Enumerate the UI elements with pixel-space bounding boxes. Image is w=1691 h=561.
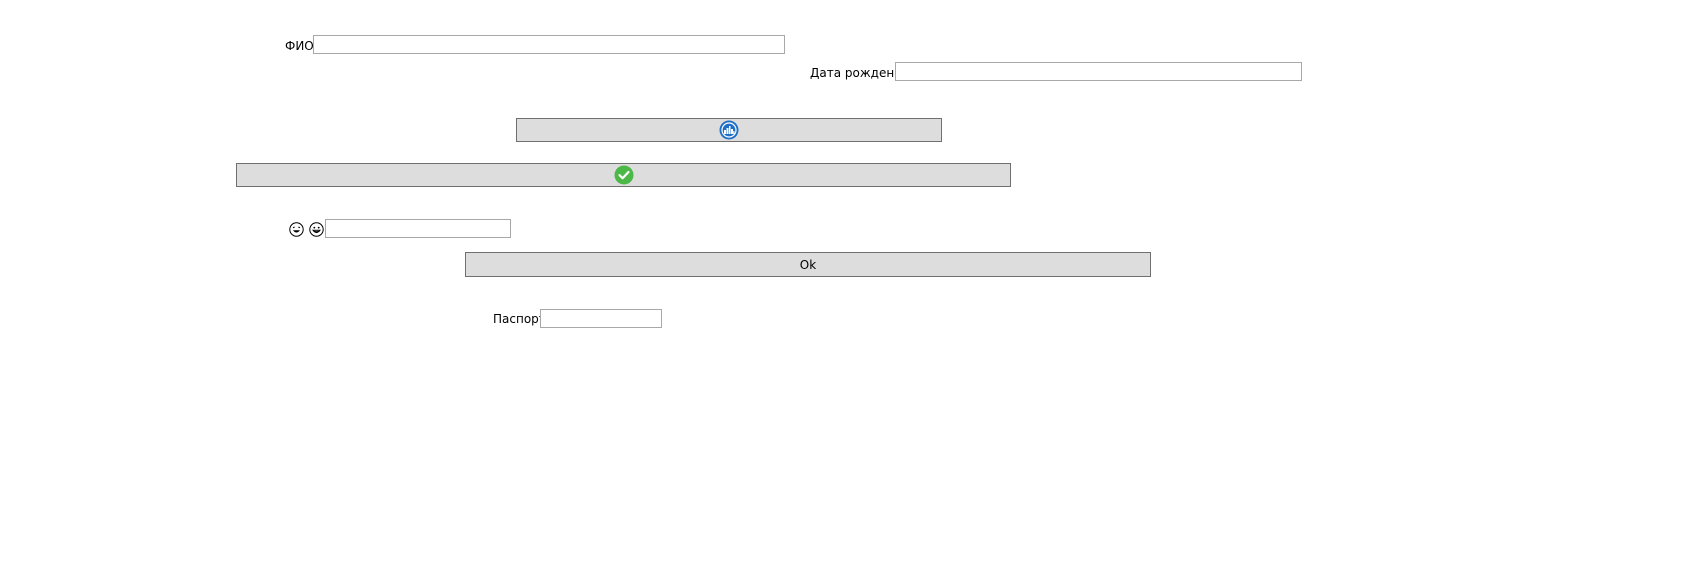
grinning-face-icon [309,222,324,237]
birth-date-input[interactable] [895,62,1302,81]
check-image-button[interactable] [236,163,1011,187]
passport-label: Паспорт [493,312,546,326]
passport-input[interactable] [540,309,662,328]
fio-input[interactable] [313,35,785,54]
city-badge-icon [719,120,739,140]
ok-button[interactable]: Ok [465,252,1151,277]
laughing-face-icon [289,222,304,237]
city-image-button[interactable] [516,118,942,142]
fio-label: ФИО [285,39,314,53]
emoji-input[interactable] [325,219,511,238]
check-circle-icon [614,165,634,185]
